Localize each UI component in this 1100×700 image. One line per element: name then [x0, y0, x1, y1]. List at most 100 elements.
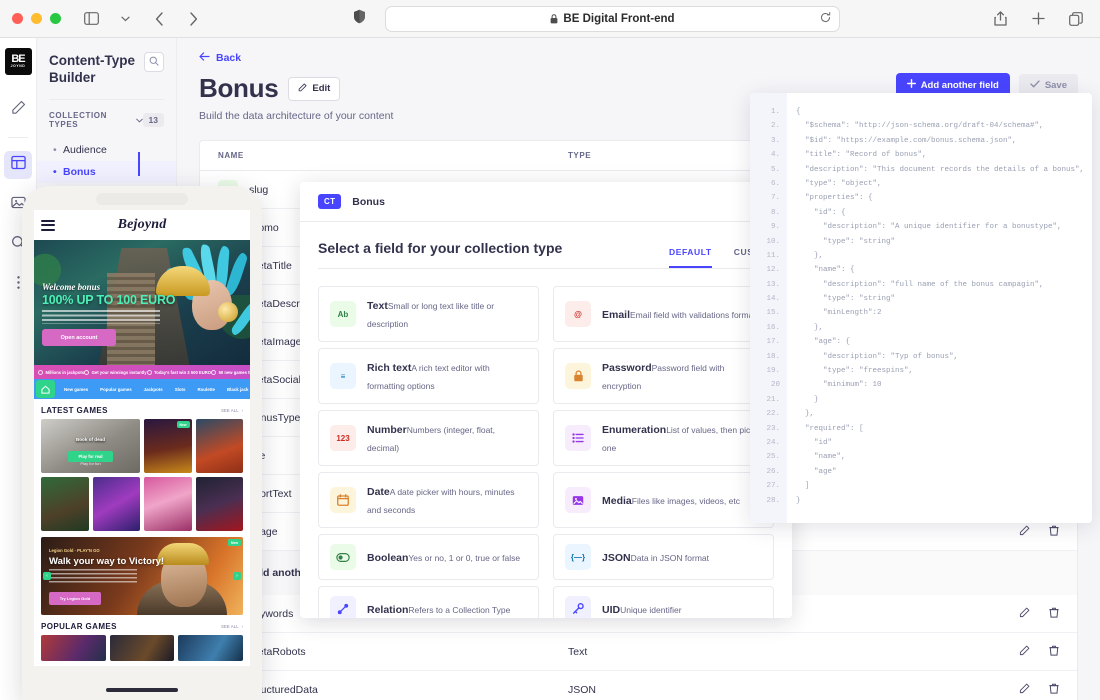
game-tile[interactable]: [144, 477, 192, 531]
promo-item[interactable]: Get your winnings instantly: [84, 369, 147, 375]
field-option-boolean[interactable]: BooleanYes or no, 1 or 0, true or false: [318, 534, 539, 580]
game-tile[interactable]: [178, 635, 243, 661]
nav-item[interactable]: Slots: [169, 387, 192, 392]
promo-item[interactable]: Millions in jackpots: [38, 369, 84, 375]
code-line: "age": {: [796, 338, 851, 347]
text-field-icon: Ab: [330, 301, 356, 327]
nav-item[interactable]: Black jack: [221, 387, 250, 392]
play-for-fun-link[interactable]: Play for fun: [41, 461, 140, 466]
game-tile[interactable]: [195, 419, 243, 473]
line-number: 15.: [766, 309, 780, 318]
sidebar-item-bonus[interactable]: Bonus: [37, 161, 176, 183]
pencil-icon[interactable]: [1019, 645, 1030, 659]
reload-icon[interactable]: [820, 11, 831, 26]
banner-title: Walk your way to Victory!: [49, 556, 165, 567]
trash-icon[interactable]: [1049, 645, 1059, 659]
tab-default[interactable]: DEFAULT: [668, 247, 712, 268]
chevron-down-icon: [135, 116, 143, 125]
game-tile[interactable]: [41, 477, 89, 531]
field-option-title: Rich text: [367, 362, 412, 374]
promo-banner[interactable]: Legion Gold · PLAY'N GO Walk your way to…: [41, 537, 243, 615]
back-arrow-icon[interactable]: [147, 8, 171, 30]
see-all-link[interactable]: SEE ALL ›: [221, 624, 243, 629]
hero-banner[interactable]: Welcome bonus 100% UP TO 100 EURO Open a…: [34, 240, 250, 365]
nav-item[interactable]: New games: [58, 387, 94, 392]
field-option-date[interactable]: DateA date picker with hours, minutes an…: [318, 472, 539, 528]
minimize-window-button[interactable]: [31, 13, 42, 24]
open-account-button[interactable]: Open account: [42, 329, 116, 346]
pencil-icon[interactable]: [1019, 607, 1030, 621]
plus-icon[interactable]: [1026, 8, 1050, 30]
tab-overview-icon[interactable]: [1064, 8, 1088, 30]
share-icon[interactable]: [988, 8, 1012, 30]
sidebar-active-indicator: [138, 152, 140, 176]
game-tile[interactable]: Book of dead Play for real Play for fun: [41, 419, 140, 473]
field-option-desc: A date picker with hours, minutes and se…: [367, 487, 515, 515]
field-option-relation[interactable]: RelationRefers to a Collection Type: [318, 586, 539, 618]
line-number: 6.: [770, 179, 780, 188]
code-line: "$schema": "http://json-schema.org/draft…: [796, 122, 1044, 131]
table-row[interactable]: AbmetaRobots Text: [200, 633, 1077, 671]
banner-kicker: Legion Gold · PLAY'N GO: [49, 548, 100, 553]
trash-icon[interactable]: [1049, 525, 1059, 539]
game-tile[interactable]: [92, 477, 140, 531]
banner-cta-button[interactable]: Try Legion Gold: [49, 592, 101, 605]
carousel-next-button[interactable]: ›: [233, 572, 241, 580]
pencil-icon[interactable]: [1019, 683, 1030, 697]
maximize-window-button[interactable]: [50, 13, 61, 24]
table-row[interactable]: {}structuredData JSON: [200, 671, 1077, 700]
code-line: "description": "Typ of bonus",: [796, 352, 959, 361]
sidebar-toggle-icon[interactable]: [79, 8, 103, 30]
number-field-icon: 123: [330, 425, 356, 451]
nav-item[interactable]: Jackpots: [138, 387, 169, 392]
promo-item[interactable]: 50 new games this week: [211, 369, 250, 375]
code-line: "title": "Record of bonus",: [796, 151, 927, 160]
line-number: 19.: [766, 367, 780, 376]
sidebar-item-audience[interactable]: Audience: [49, 139, 164, 161]
rail-item-content-type-builder[interactable]: [4, 151, 32, 179]
carousel-prev-button[interactable]: ‹: [43, 572, 51, 580]
sidebar-search-button[interactable]: [144, 52, 164, 72]
game-tile[interactable]: New: [144, 419, 192, 473]
see-all-link[interactable]: SEE ALL ›: [221, 408, 243, 413]
collection-types-group[interactable]: COLLECTION TYPES: [49, 111, 143, 129]
field-option-enumeration[interactable]: EnumerationList of values, then pick one: [553, 410, 774, 466]
field-option-rich-text[interactable]: ≡ Rich textA rich text editor with forma…: [318, 348, 539, 404]
nav-item[interactable]: Popular games: [94, 387, 137, 392]
edit-button[interactable]: Edit: [288, 76, 341, 101]
trash-icon[interactable]: [1049, 607, 1059, 621]
relation-icon: [330, 596, 356, 618]
field-option-number[interactable]: 123 NumberNumbers (integer, float, decim…: [318, 410, 539, 466]
game-tile[interactable]: [109, 635, 175, 661]
code-content[interactable]: { "$schema": "http://json-schema.org/dra…: [787, 93, 1092, 523]
line-number: 25.: [766, 453, 780, 462]
hamburger-icon[interactable]: [41, 219, 55, 231]
nav-item[interactable]: Roulette: [191, 387, 221, 392]
pencil-icon[interactable]: [1019, 525, 1030, 539]
brand-logo[interactable]: BE JOYND: [4, 48, 32, 75]
chevron-down-icon[interactable]: [113, 8, 137, 30]
phone-screen: Bejoynd Welcome bonus 100% UP TO 100 EUR…: [34, 210, 250, 666]
home-icon[interactable]: [36, 380, 55, 398]
promo-item[interactable]: Today's fast win 3 500 EURO: [146, 369, 211, 375]
field-option-password[interactable]: PasswordPassword field with encryption: [553, 348, 774, 404]
forward-arrow-icon[interactable]: [181, 8, 205, 30]
field-option-email[interactable]: @ EmailEmail field with validations form…: [553, 286, 774, 342]
window-traffic-lights[interactable]: [12, 13, 61, 24]
trash-icon[interactable]: [1049, 683, 1059, 697]
back-link[interactable]: Back: [199, 52, 1078, 64]
save-button-label: Save: [1044, 79, 1067, 91]
field-option-uid[interactable]: UIDUnique identifier: [553, 586, 774, 618]
game-tile[interactable]: [41, 635, 106, 661]
hero-terms-text: [42, 310, 160, 324]
line-number: 16.: [766, 323, 780, 332]
address-bar[interactable]: BE Digital Front-end: [385, 5, 840, 32]
rail-item-content-manager[interactable]: [4, 96, 32, 124]
game-tile[interactable]: [195, 477, 243, 531]
close-window-button[interactable]: [12, 13, 23, 24]
field-option-text[interactable]: Ab TextSmall or long text like title or …: [318, 286, 539, 342]
field-option-json[interactable]: {—} JSONData in JSON format: [553, 534, 774, 580]
field-option-media[interactable]: MediaFiles like images, videos, etc: [553, 472, 774, 528]
shield-icon[interactable]: [347, 6, 371, 28]
line-number: 17.: [766, 338, 780, 347]
